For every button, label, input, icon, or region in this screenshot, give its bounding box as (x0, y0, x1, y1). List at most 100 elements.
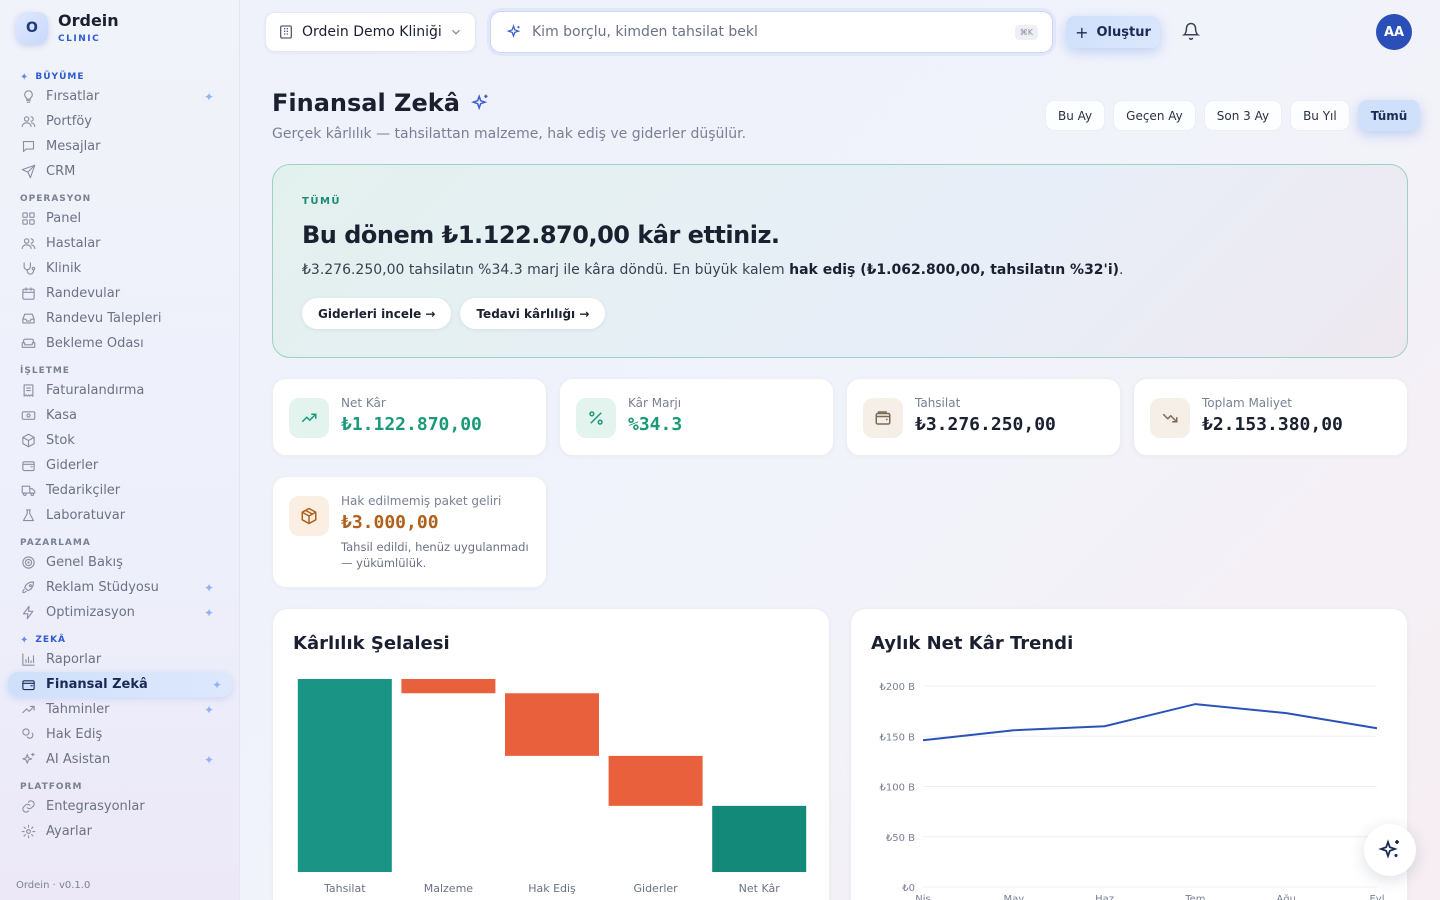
bar-chart-icon (20, 652, 36, 668)
sidebar-item-panel[interactable]: Panel (0, 206, 232, 231)
calendar-icon (20, 286, 36, 302)
target-icon (20, 555, 36, 571)
y-tick-label: ₺100 B (880, 783, 916, 794)
x-tick-label: Tem (1184, 894, 1205, 900)
sidebar-item-label: Entegrasyonlar (46, 799, 145, 814)
waterfall-chart-card: Kârlılık Şelalesi Tahsilat Malzeme Hak Edi… (272, 608, 830, 900)
sidebar-item-fırsatlar[interactable]: Fırsatlar ✦ (0, 84, 232, 109)
building-icon (278, 24, 294, 40)
sidebar-item-raporlar[interactable]: Raporlar (0, 647, 232, 672)
bolt-icon (20, 605, 36, 621)
sparkle-icon: ✦ (203, 605, 214, 620)
sidebar-item-mesajlar[interactable]: Mesajlar (0, 134, 232, 159)
sidebar-item-portföy[interactable]: Portföy (0, 109, 232, 134)
y-tick-label: ₺200 B (880, 682, 916, 693)
kpi-value: ₺3.276.250,00 (915, 414, 1056, 435)
nav-section-label: PAZARLAMA (20, 538, 91, 548)
nav-section-title: PLATFORM (0, 772, 240, 794)
search-input[interactable]: Kim borçlu, kimden tahsilat bekl (532, 24, 758, 40)
sidebar-item-label: Hak Ediş (46, 727, 103, 742)
search-bar[interactable]: Kim borçlu, kimden tahsilat bekl ⌘K (490, 11, 1053, 53)
sidebar-item-kasa[interactable]: Kasa (0, 403, 232, 428)
sparkle-icon: ✦ (203, 702, 214, 717)
waterfall-chart: Tahsilat Malzeme Hak Ediş Giderler Net Kâr (297, 679, 807, 895)
brand-sub: CLINIC (58, 34, 101, 44)
page-subtitle: Gerçek kârlılık — tahsilattan malzeme, h… (272, 126, 747, 142)
nav-section-label: ZEKÂ (35, 635, 67, 645)
sidebar-item-genel-bakış[interactable]: Genel Bakış (0, 550, 232, 575)
sparkle-icon (505, 23, 522, 41)
x-tick-label: Giderler (633, 882, 678, 895)
kpi-label: Kâr Marjı (628, 396, 682, 410)
sidebar-item-label: Fırsatlar (46, 89, 100, 104)
sidebar-item-faturalandırma[interactable]: Faturalandırma (0, 378, 232, 403)
sparkle-icon: ✦ (203, 752, 214, 767)
trend-up-icon (289, 398, 329, 438)
sidebar-item-giderler[interactable]: Giderler (0, 453, 232, 478)
ai-assistant-button[interactable] (1364, 824, 1416, 876)
kpi-net-profit: Net Kâr ₺1.122.870,00 (272, 378, 547, 456)
sidebar: O Ordein CLINIC ✦ BÜYÜME Fırsatlar ✦ Portföy… (0, 0, 240, 900)
sidebar-item-tedarikçiler[interactable]: Tedarikçiler (0, 478, 232, 503)
period-button[interactable]: Son 3 Ay (1203, 100, 1283, 131)
kpi-collection: Tahsilat ₺3.276.250,00 (846, 378, 1121, 456)
kpi-value: %34.3 (628, 414, 683, 435)
sidebar-item-laboratuvar[interactable]: Laboratuvar (0, 503, 232, 528)
period-button[interactable]: Tümü (1357, 100, 1421, 131)
x-tick-label: May (1003, 894, 1024, 900)
sidebar-item-label: Genel Bakış (46, 555, 123, 570)
sidebar-item-randevu-talepleri[interactable]: Randevu Talepleri (0, 306, 232, 331)
sidebar-item-reklam-stüdyosu[interactable]: Reklam Stüdyosu ✦ (0, 575, 232, 600)
nav-section-label: OPERASYON (20, 194, 92, 204)
sidebar-item-klinik[interactable]: Klinik (0, 256, 232, 281)
nav-section-title: PAZARLAMA (0, 528, 240, 550)
period-button[interactable]: Geçen Ay (1113, 100, 1196, 131)
inbox-icon (20, 311, 36, 327)
create-button[interactable]: + Oluştur (1066, 16, 1160, 48)
sidebar-item-tahminler[interactable]: Tahminler ✦ (0, 697, 232, 722)
bell-icon[interactable] (1182, 22, 1200, 40)
treatment-profitability-button[interactable]: Tedavi kârlılığı → (460, 298, 606, 329)
kpi-value: ₺2.153.380,00 (1202, 414, 1343, 435)
sidebar-item-label: Randevu Talepleri (46, 311, 162, 326)
sidebar-item-label: Panel (46, 211, 82, 226)
kpi-unearned-package: Hak edilmemiş paket geliri ₺3.000,00 Tah… (272, 476, 547, 588)
clinic-name: Ordein Demo Kliniği (302, 24, 442, 40)
plus-icon: + (1075, 22, 1089, 42)
sidebar-item-entegrasyonlar[interactable]: Entegrasyonlar (0, 794, 232, 819)
sidebar-item-label: Klinik (46, 261, 82, 276)
users-icon (20, 114, 36, 130)
sparkles-icon (1378, 839, 1399, 859)
kpi-label: Tahsilat (915, 396, 961, 410)
app-version: Ordein · v0.1.0 (16, 880, 91, 891)
sidebar-item-randevular[interactable]: Randevular (0, 281, 232, 306)
sidebar-item-label: Faturalandırma (46, 383, 145, 398)
wallet-icon (863, 398, 903, 438)
nav-section-label: İŞLETME (20, 366, 70, 376)
avatar[interactable]: AA (1376, 14, 1412, 50)
sidebar-item-ayarlar[interactable]: Ayarlar (0, 819, 232, 844)
waterfall-bar (297, 679, 392, 872)
review-expenses-button[interactable]: Giderleri incele → (302, 298, 452, 329)
sidebar-item-hak-ediş[interactable]: Hak Ediş (0, 722, 232, 747)
sidebar-item-hastalar[interactable]: Hastalar (0, 231, 232, 256)
brand[interactable]: O Ordein CLINIC (16, 12, 119, 44)
clinic-selector[interactable]: Ordein Demo Kliniği (265, 12, 476, 52)
gear-icon (20, 824, 36, 840)
wallet-icon (20, 677, 36, 693)
sidebar-item-ai-asistan[interactable]: AI Asistan ✦ (0, 747, 232, 772)
period-button[interactable]: Bu Yıl (1290, 100, 1350, 131)
period-button[interactable]: Bu Ay (1045, 100, 1106, 131)
sidebar-item-bekleme-odası[interactable]: Bekleme Odası (0, 331, 232, 356)
waterfall-bar (608, 755, 703, 806)
nav-section-title: ✦ ZEKÂ (0, 625, 240, 647)
kpi-label: Hak edilmemiş paket geliri (341, 494, 502, 508)
create-label: Oluştur (1096, 24, 1151, 40)
sidebar-item-finansal-zekâ[interactable]: Finansal Zekâ ✦ (8, 672, 232, 697)
sidebar-item-label: Hastalar (46, 236, 101, 251)
sidebar-item-crm[interactable]: CRM (0, 159, 232, 184)
sidebar-item-stok[interactable]: Stok (0, 428, 232, 453)
sparkle-icon: ✦ (203, 89, 214, 104)
sidebar-item-optimizasyon[interactable]: Optimizasyon ✦ (0, 600, 232, 625)
brand-logo: O (16, 12, 48, 44)
